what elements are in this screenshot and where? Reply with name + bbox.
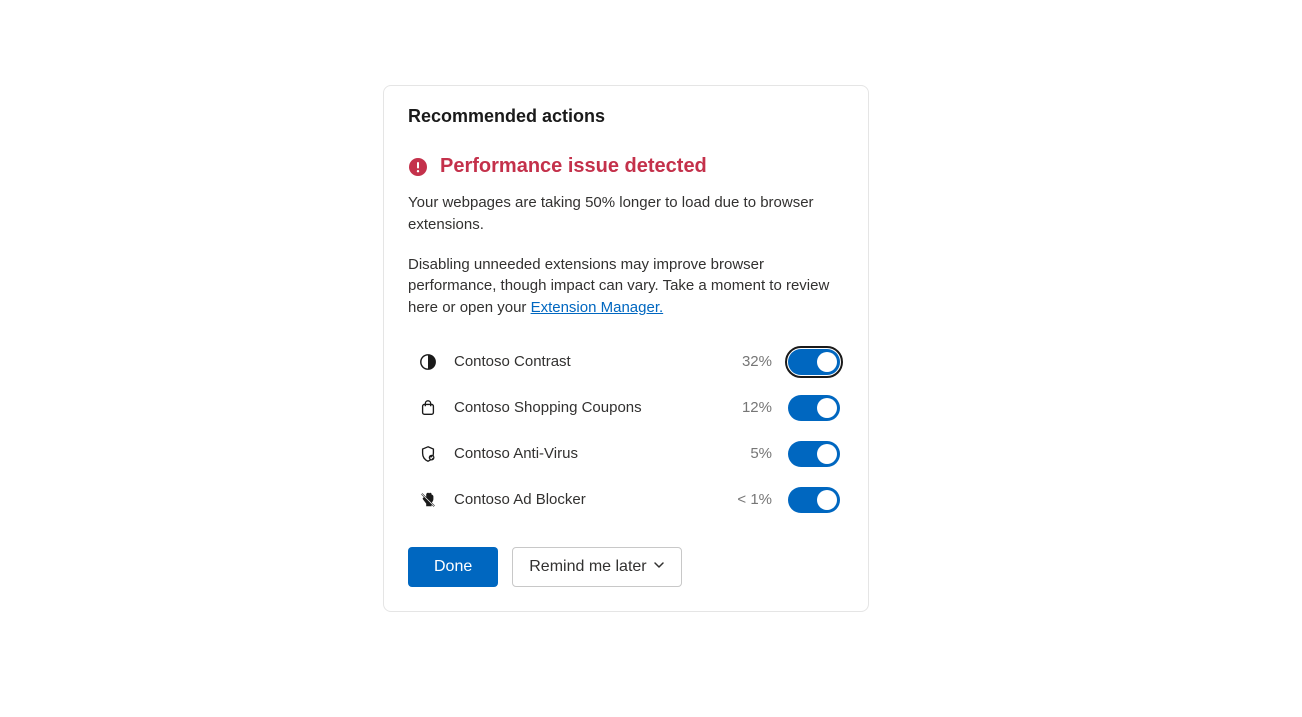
card-title: Recommended actions [408,106,844,127]
extension-name: Contoso Contrast [454,353,712,370]
extension-toggle[interactable] [788,487,840,513]
contrast-icon [418,352,438,372]
extension-manager-link[interactable]: Extension Manager. [531,299,664,316]
extension-row: Contoso Ad Blocker < 1% [408,477,844,523]
alert-body-1: Your webpages are taking 50% longer to l… [408,192,844,236]
extension-impact: < 1% [728,491,772,508]
remind-later-button[interactable]: Remind me later [512,547,681,587]
alert-icon [408,157,428,177]
chevron-down-icon [653,558,665,576]
extension-list: Contoso Contrast 32% Contoso Shopping Co… [408,339,844,523]
alert-heading-row: Performance issue detected [408,155,844,178]
shield-icon [418,444,438,464]
extension-impact: 12% [728,399,772,416]
button-row: Done Remind me later [408,547,844,587]
extension-impact: 32% [728,353,772,370]
extension-row: Contoso Contrast 32% [408,339,844,385]
remind-later-label: Remind me later [529,558,646,576]
extension-toggle[interactable] [788,349,840,375]
extension-row: Contoso Shopping Coupons 12% [408,385,844,431]
recommended-actions-card: Recommended actions Performance issue de… [383,85,869,612]
shopping-icon [418,398,438,418]
done-button[interactable]: Done [408,547,498,587]
extension-toggle[interactable] [788,441,840,467]
block-icon [418,490,438,510]
extension-row: Contoso Anti-Virus 5% [408,431,844,477]
extension-impact: 5% [728,445,772,462]
extension-name: Contoso Shopping Coupons [454,399,712,416]
extension-name: Contoso Anti-Virus [454,445,712,462]
extension-name: Contoso Ad Blocker [454,491,712,508]
extension-toggle[interactable] [788,395,840,421]
alert-title: Performance issue detected [440,155,707,178]
alert-body-2: Disabling unneeded extensions may improv… [408,254,844,319]
